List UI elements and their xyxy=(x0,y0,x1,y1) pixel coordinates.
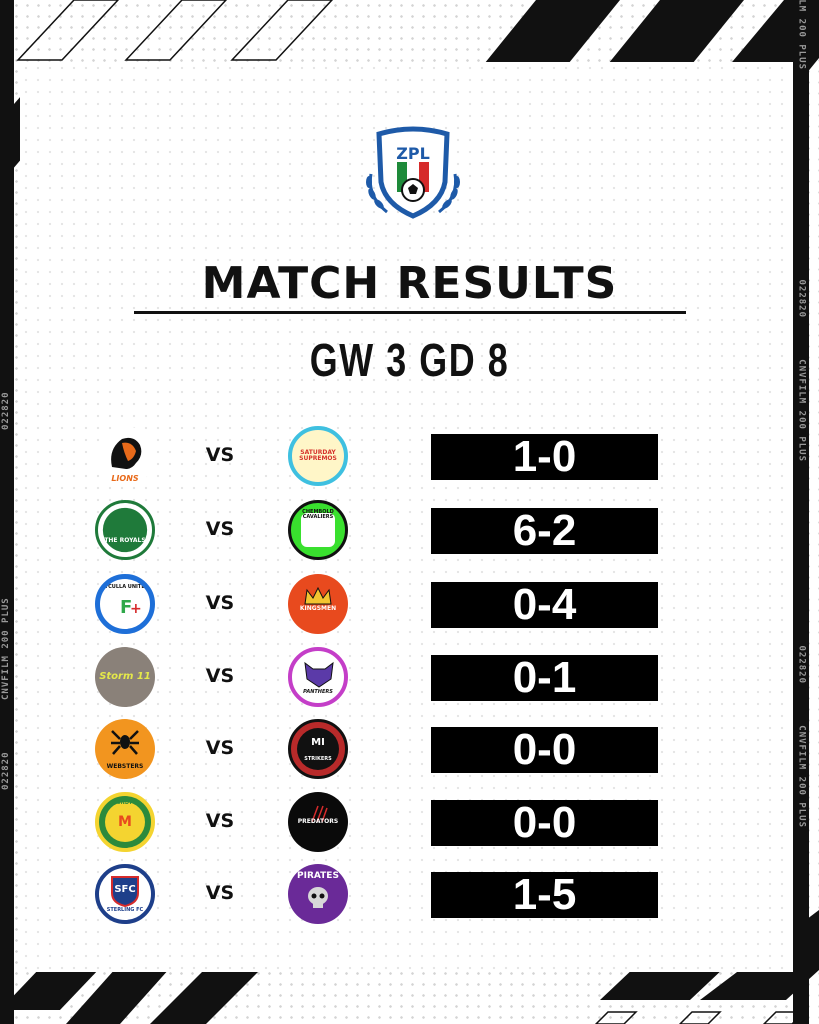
title-underline xyxy=(134,311,686,314)
zpl-logo-text: ZPL xyxy=(396,144,430,163)
vs-label: VS xyxy=(205,882,235,904)
match-row-2: THE ROYALS VS CHEMBOLD CAVALIERS 6-2 xyxy=(0,499,819,561)
team-badge-chemcold-cavaliers: CHEMBOLD CAVALIERS xyxy=(288,500,348,560)
outline-stripe-3 xyxy=(230,0,334,61)
team-badge-mi-strikers: MI STRIKERS xyxy=(288,719,348,779)
team-label: Storm 11 xyxy=(99,670,151,682)
skull-icon xyxy=(308,887,328,908)
outline-stripe-2 xyxy=(124,0,228,61)
team-label: WEBSTERS xyxy=(106,762,144,770)
page-title: MATCH RESULTS xyxy=(201,258,618,309)
team-badge-pirates: PIRATES xyxy=(288,864,348,924)
panther-icon xyxy=(304,661,334,688)
outline-stripe-5 xyxy=(678,1011,722,1024)
match-row-5: WEBSTERS VS MI STRIKERS 0-0 xyxy=(0,718,819,780)
team-label: SATURDAY SUPREMOS xyxy=(299,448,337,462)
team-badge-sterling-fc: SFC STERLING FC xyxy=(95,864,155,924)
score-box: 0-4 xyxy=(431,582,658,628)
team-badge-storm-11: Storm 11 xyxy=(95,647,155,707)
score-box: 0-0 xyxy=(431,800,658,846)
match-row-6: M BONDY'S VS PREDATORS 0-0 xyxy=(0,791,819,853)
team-label: PIRATES xyxy=(297,871,339,881)
match-row-3: F + BYCULLA UNITED VS KINGSMEN 0-4 xyxy=(0,573,819,635)
team-label: BONDY'S xyxy=(112,800,138,806)
vs-label: VS xyxy=(205,444,235,466)
team-badge-lions: LIONS xyxy=(95,426,155,486)
vs-label: VS xyxy=(205,737,235,759)
team-label: BYCULLA UNITED xyxy=(101,584,149,590)
outline-stripe-1 xyxy=(16,0,120,61)
team-badge-bondys-patrans: M BONDY'S xyxy=(95,792,155,852)
vs-label: VS xyxy=(205,665,235,687)
team-label: CHEMBOLD CAVALIERS xyxy=(302,508,334,520)
team-badge-websters: WEBSTERS xyxy=(95,719,155,779)
team-label: SFC xyxy=(114,883,136,895)
film-text-right-1: CNVFILM 200 PLUS xyxy=(797,0,807,70)
team-label: THE ROYALS xyxy=(104,536,146,544)
crown-icon xyxy=(304,586,332,605)
score-box: 1-0 xyxy=(431,434,658,480)
team-badge-kingsmen: KINGSMEN xyxy=(288,574,348,634)
score-box: 0-0 xyxy=(431,727,658,773)
team-badge-predators: PREDATORS xyxy=(288,792,348,852)
vs-label: VS xyxy=(205,518,235,540)
score-box: 0-1 xyxy=(431,655,658,701)
score-box: 6-2 xyxy=(431,508,658,554)
bottom-stripe-3 xyxy=(150,968,262,1024)
match-row-7: SFC STERLING FC VS PIRATES 1-5 xyxy=(0,863,819,925)
team-badge-the-royals: THE ROYALS xyxy=(95,500,155,560)
vs-label: VS xyxy=(205,592,235,614)
vs-label: VS xyxy=(205,810,235,832)
match-row-4: Storm 11 VS PANTHERS 0-1 xyxy=(0,646,819,708)
team-badge-byculla-united: F + BYCULLA UNITED xyxy=(95,574,155,634)
team-label: PANTHERS xyxy=(303,688,333,695)
outline-stripe-4 xyxy=(594,1011,638,1024)
team-label: PREDATORS xyxy=(297,817,339,825)
score-box: 1-5 xyxy=(431,872,658,918)
team-badge-saturday-supremos: SATURDAY SUPREMOS xyxy=(288,426,348,486)
match-row-1: LIONS VS SATURDAY SUPREMOS 1-0 xyxy=(0,425,819,487)
zpl-shield-icon xyxy=(366,126,460,219)
spider-icon xyxy=(111,730,139,755)
page-subtitle: GW 3 GD 8 xyxy=(309,334,510,386)
team-label: STRIKERS xyxy=(304,755,332,762)
team-badge-panthers: PANTHERS xyxy=(288,647,348,707)
team-label: LIONS xyxy=(111,473,139,483)
zpl-logo: ZPL xyxy=(357,124,469,224)
team-label: KINGSMEN xyxy=(299,604,337,612)
